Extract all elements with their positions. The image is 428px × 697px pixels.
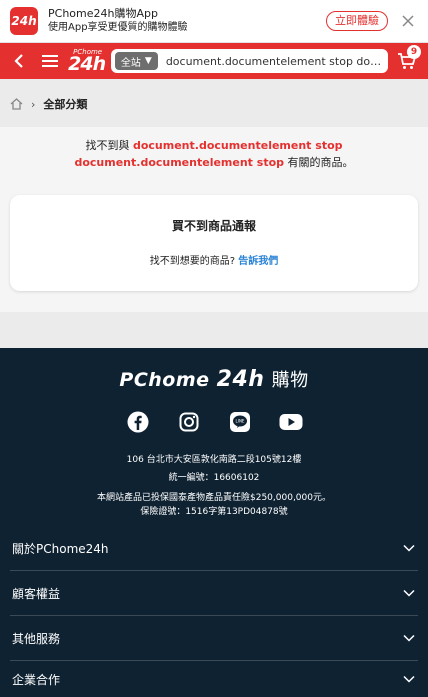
footer-section-label: 企業合作 xyxy=(12,672,61,687)
cart-count-badge: 9 xyxy=(407,45,421,59)
footer-section-label: 顧客權益 xyxy=(12,586,61,601)
footer-section-other-services[interactable]: 其他服務 xyxy=(10,616,418,661)
menu-icon[interactable] xyxy=(39,49,62,73)
no-result-prefix: 找不到與 xyxy=(85,139,130,152)
footer-section-customer-rights[interactable]: 顧客權益 xyxy=(10,571,418,616)
missing-product-report-card: 買不到商品通報 找不到想要的商品? 告訴我們 xyxy=(10,195,418,291)
search-bar[interactable]: 全站 ▼ document.documentelement stop docu·… xyxy=(110,49,388,73)
back-arrow-icon[interactable] xyxy=(8,49,31,73)
caret-down-icon: ▼ xyxy=(144,56,152,66)
cart-button[interactable]: 9 xyxy=(394,45,421,73)
app-download-banner: 24h PChome24h購物App 使用App享受更優質的購物體驗 立即體驗 xyxy=(0,0,428,43)
footer-logo: PChome 24h 購物 xyxy=(0,366,428,392)
logo-number: 24h xyxy=(68,53,106,75)
search-scope-select[interactable]: 全站 ▼ xyxy=(114,52,158,70)
site-footer: PChome 24h 購物 LINE 106 台北市大安區敦化南路二段105號1… xyxy=(0,348,428,697)
home-icon[interactable] xyxy=(10,98,23,110)
footer-tax-id: 統一編號：16606102 xyxy=(168,473,260,483)
svg-text:LINE: LINE xyxy=(235,419,244,424)
report-card-text: 找不到想要的商品? 告訴我們 xyxy=(10,252,418,267)
chevron-down-icon xyxy=(403,544,415,552)
no-result-suffix: 有關的商品。 xyxy=(287,156,354,169)
footer-section-label: 其他服務 xyxy=(12,631,61,646)
app-banner-text: PChome24h購物App 使用App享受更優質的購物體驗 xyxy=(48,7,326,35)
site-header: PChome 24h 全站 ▼ document.documentelement… xyxy=(0,43,428,79)
open-app-button[interactable]: 立即體驗 xyxy=(326,11,388,31)
footer-insurance-line-2: 保險證號：1516字第13PD04878號 xyxy=(140,507,288,517)
breadcrumb: › 全部分類 xyxy=(10,96,87,112)
footer-section-about[interactable]: 關於PChome24h xyxy=(10,526,418,571)
footer-logo-24: 24h xyxy=(216,367,265,392)
footer-address: 106 台北市大安區敦化南路二段105號12樓 xyxy=(126,455,302,465)
close-icon[interactable] xyxy=(398,11,418,31)
footer-logo-shop: 購物 xyxy=(271,370,309,391)
social-links: LINE xyxy=(0,410,428,434)
chevron-down-icon xyxy=(403,589,415,597)
no-result-message: 找不到與 document.documentelement stop docum… xyxy=(8,137,420,171)
tell-us-link[interactable]: 告訴我們 xyxy=(238,256,278,267)
footer-insurance-line-1: 本網站產品已投保國泰產物產品責任險$250,000,000元。 xyxy=(97,493,331,503)
youtube-icon[interactable] xyxy=(279,410,303,434)
breadcrumb-all-categories[interactable]: 全部分類 xyxy=(43,96,87,112)
line-icon[interactable]: LINE xyxy=(228,410,252,434)
report-prompt: 找不到想要的商品? xyxy=(149,256,236,267)
breadcrumb-separator-icon: › xyxy=(31,97,36,111)
chevron-down-icon xyxy=(403,675,415,683)
app-banner-subtitle: 使用App享受更優質的購物體驗 xyxy=(48,22,188,33)
app-banner-title: PChome24h購物App xyxy=(48,7,158,20)
footer-section-business[interactable]: 企業合作 xyxy=(10,661,418,697)
facebook-icon[interactable] xyxy=(126,410,150,434)
app-logo: 24h xyxy=(10,7,38,35)
search-input[interactable]: document.documentelement stop docu··· xyxy=(166,55,384,68)
pchome24h-logo[interactable]: PChome 24h xyxy=(67,48,106,75)
search-result-panel: 找不到與 document.documentelement stop docum… xyxy=(0,127,428,312)
footer-logo-p: PChome xyxy=(119,369,210,391)
chevron-down-icon xyxy=(403,634,415,642)
scope-label: 全站 xyxy=(120,57,141,69)
instagram-icon[interactable] xyxy=(177,410,201,434)
footer-section-label: 關於PChome24h xyxy=(12,541,109,556)
report-card-title: 買不到商品通報 xyxy=(171,219,256,233)
